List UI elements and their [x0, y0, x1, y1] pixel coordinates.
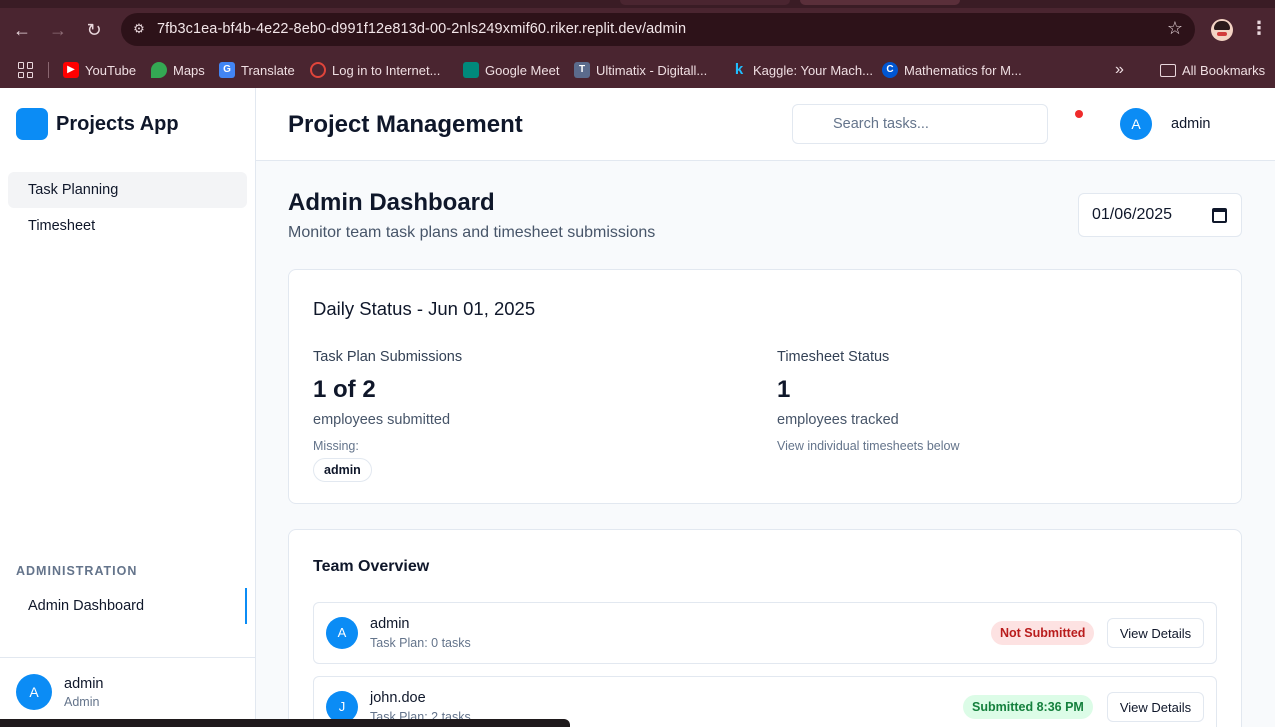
- meet-icon: [463, 62, 479, 78]
- bookmark-label: Ultimatix - Digitall...: [596, 62, 708, 78]
- bookmark-label: Translate: [241, 62, 295, 78]
- header-title: Project Management: [288, 111, 523, 138]
- address-bar[interactable]: ⚙ 7fb3c1ea-bf4b-4e22-8eb0-d991f12e813d-0…: [121, 13, 1195, 46]
- user-name: admin: [64, 676, 104, 692]
- avatar: A: [326, 617, 358, 649]
- bookmark-label: Mathematics for M...: [904, 62, 1022, 78]
- bookmark-label: YouTube: [85, 62, 137, 78]
- coursera-icon: C: [882, 62, 898, 78]
- bookmark-label: Google Meet: [485, 62, 560, 78]
- timesheet-label: Timesheet Status: [777, 349, 890, 365]
- sidebar-section-label: ADMINISTRATION: [16, 564, 138, 578]
- timesheet-value: 1: [777, 376, 791, 403]
- bookmark-label: Maps: [173, 62, 205, 78]
- site-settings-icon[interactable]: ⚙: [129, 19, 149, 39]
- team-overview-card: Team Overview A admin Task Plan: 0 tasks…: [288, 529, 1242, 727]
- bookmark-mathematics[interactable]: C Mathematics for M...: [882, 58, 1022, 82]
- task-plan-sub: employees submitted: [313, 412, 451, 428]
- row-meta: Task Plan: 0 tasks: [370, 636, 471, 650]
- login-icon: [310, 62, 326, 78]
- sidebar: Projects App Task Planning Timesheet ADM…: [0, 88, 256, 727]
- task-plan-label: Task Plan Submissions: [313, 349, 463, 365]
- missing-label: Missing:: [313, 439, 359, 453]
- app-name: Projects App: [56, 113, 179, 135]
- avatar[interactable]: A: [1120, 108, 1152, 140]
- bookmarks-bar: ▶ YouTube Maps G Translate Log in to Inter…: [0, 58, 1275, 82]
- page-title: Admin Dashboard: [288, 189, 495, 216]
- table-row: A admin Task Plan: 0 tasks Not Submitted…: [313, 602, 1217, 664]
- user-role: Admin: [64, 695, 100, 709]
- sidebar-item-timesheet[interactable]: Timesheet: [8, 208, 247, 244]
- back-icon[interactable]: ←: [10, 18, 34, 42]
- folder-icon: [1160, 63, 1176, 77]
- status-badge: Not Submitted: [991, 621, 1095, 645]
- browser-tab[interactable]: [620, 0, 790, 5]
- date-picker[interactable]: 01/06/2025: [1078, 193, 1242, 237]
- page-subtitle: Monitor team task plans and timesheet su…: [288, 224, 656, 241]
- bookmark-label: Log in to Internet...: [332, 62, 441, 78]
- task-plan-value: 1 of 2: [313, 376, 376, 403]
- search-input[interactable]: [792, 104, 1048, 144]
- top-header: Project Management A admin: [256, 88, 1275, 161]
- bookmark-internet-login[interactable]: Log in to Internet...: [310, 58, 440, 82]
- bookmarks-overflow-icon[interactable]: »: [1115, 58, 1124, 82]
- notification-dot[interactable]: [1075, 110, 1083, 118]
- status-bar: [0, 719, 570, 727]
- profile-avatar[interactable]: [1211, 19, 1233, 41]
- view-details-button[interactable]: View Details: [1107, 692, 1204, 722]
- browser-tab[interactable]: [800, 0, 960, 5]
- daily-status-title: Daily Status - Jun 01, 2025: [313, 298, 536, 319]
- sidebar-user[interactable]: A admin Admin: [0, 657, 255, 727]
- bookmark-youtube[interactable]: ▶ YouTube: [63, 58, 136, 82]
- url-text[interactable]: 7fb3c1ea-bf4b-4e22-8eb0-d991f12e813d-00-…: [157, 21, 686, 37]
- forward-icon[interactable]: →: [46, 18, 70, 42]
- status-badge: Submitted 8:36 PM: [963, 695, 1093, 719]
- avatar: A: [16, 674, 52, 710]
- app-logo-icon: [16, 108, 48, 140]
- sidebar-item-task-planning[interactable]: Task Planning: [8, 172, 247, 208]
- row-name: admin: [370, 616, 410, 632]
- all-bookmarks[interactable]: All Bookmarks: [1160, 58, 1265, 82]
- row-name: john.doe: [370, 690, 426, 706]
- bookmark-translate[interactable]: G Translate: [219, 58, 295, 82]
- timesheet-sub: employees tracked: [777, 412, 899, 428]
- ultimatix-icon: T: [574, 62, 590, 78]
- bookmark-star-icon[interactable]: ☆: [1167, 18, 1183, 39]
- bookmark-maps[interactable]: Maps: [151, 58, 205, 82]
- calendar-icon[interactable]: [1212, 208, 1227, 223]
- menu-kebab-icon[interactable]: ⋮: [1250, 18, 1268, 39]
- bookmark-google-meet[interactable]: Google Meet: [463, 58, 559, 82]
- maps-icon: [151, 62, 167, 78]
- sidebar-item-admin-dashboard[interactable]: Admin Dashboard: [8, 588, 247, 624]
- reload-icon[interactable]: ↻: [82, 18, 106, 42]
- kaggle-icon: k: [734, 61, 744, 78]
- header-user-name[interactable]: admin: [1171, 116, 1211, 132]
- view-details-button[interactable]: View Details: [1107, 618, 1204, 648]
- team-overview-title: Team Overview: [313, 558, 430, 575]
- bookmark-kaggle[interactable]: k Kaggle: Your Mach...: [731, 58, 873, 82]
- browser-chrome: ← → ↻ ⚙ 7fb3c1ea-bf4b-4e22-8eb0-d991f12e…: [0, 0, 1275, 88]
- bookmark-ultimatix[interactable]: T Ultimatix - Digitall...: [574, 58, 707, 82]
- translate-icon: G: [219, 62, 235, 78]
- bookmark-label: Kaggle: Your Mach...: [753, 62, 873, 78]
- all-bookmarks-label: All Bookmarks: [1182, 62, 1266, 78]
- timesheet-note: View individual timesheets below: [777, 439, 960, 453]
- date-value[interactable]: 01/06/2025: [1092, 206, 1172, 224]
- youtube-icon: ▶: [63, 62, 79, 78]
- missing-user-pill: admin: [313, 458, 372, 482]
- daily-status-card: Daily Status - Jun 01, 2025 Task Plan Su…: [288, 269, 1242, 504]
